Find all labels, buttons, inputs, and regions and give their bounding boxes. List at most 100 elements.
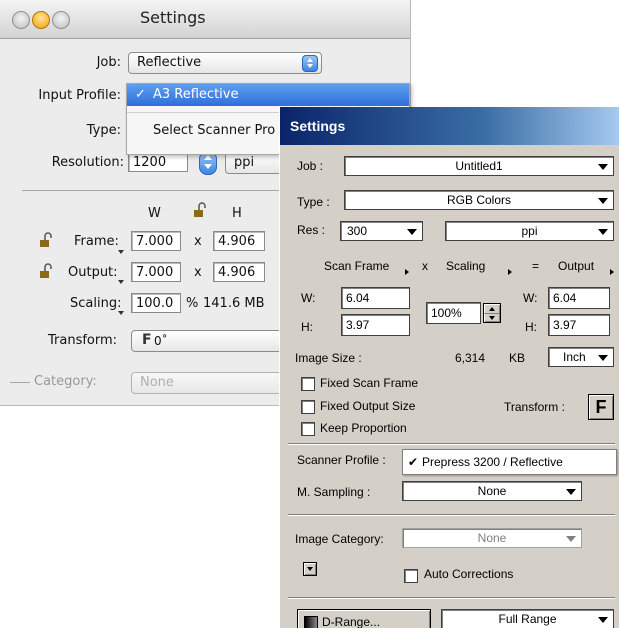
scanner-profile-dropdown[interactable]: ✔ Prepress 3200 / Reflective — [402, 449, 617, 475]
win-out-h-label: H: — [525, 320, 537, 334]
mac-frame-label: Frame: — [74, 234, 119, 249]
auto-corrections-checkbox[interactable] — [404, 569, 418, 583]
lock-icon[interactable] — [38, 232, 54, 248]
expand-toggle-button[interactable] — [303, 562, 317, 576]
win-image-category-label: Image Category: — [295, 532, 384, 546]
win-scan-h-field[interactable]: 3.97 — [341, 314, 410, 336]
mac-transform-popup[interactable]: F 0˚ — [131, 330, 283, 352]
mac-output-w-field[interactable]: 7.000 — [131, 262, 181, 282]
win-out-w-label: W: — [523, 291, 538, 305]
win-hdr-output: Output — [558, 259, 595, 273]
fixed-scan-frame-checkbox[interactable] — [301, 377, 315, 391]
dropdown-arrow-icon — [598, 198, 608, 204]
win-separator — [288, 514, 615, 516]
win-auto-corrections-label: Auto Corrections — [424, 567, 514, 581]
stepper-down-icon — [204, 164, 212, 169]
dropdown-arrow-icon — [566, 489, 576, 495]
menu-check-icon: ✓ — [135, 87, 146, 102]
win-job-value: Untitled1 — [455, 159, 503, 173]
output-menu-arrow-icon[interactable] — [118, 280, 124, 284]
mac-frame-w-field[interactable]: 7.000 — [131, 231, 181, 251]
win-dialog-title: Settings — [290, 118, 346, 134]
dropdown-arrow-icon — [598, 164, 608, 170]
mac-frame-h-field[interactable]: 4.906 — [213, 231, 265, 251]
win-image-category-value: None — [477, 531, 507, 545]
mac-resolution-label: Resolution: — [51, 155, 124, 170]
dropdown-arrow-icon — [566, 536, 576, 542]
win-res-label: Res : — [297, 223, 326, 237]
win-hdr-x: x — [422, 259, 428, 273]
dropdown-arrow-icon — [407, 229, 417, 235]
lock-icon[interactable] — [192, 202, 208, 218]
keep-proportion-checkbox[interactable] — [301, 422, 315, 436]
mac-scaling-unit: % — [186, 296, 199, 311]
win-job-label: Job : — [297, 159, 324, 173]
win-image-category-combo[interactable]: None — [402, 528, 582, 548]
win-type-value: RGB Colors — [446, 193, 511, 207]
win-full-range-combo[interactable]: Full Range — [441, 609, 614, 628]
win-hdr-scan-frame: Scan Frame — [324, 259, 390, 273]
mac-job-value: Reflective — [137, 55, 202, 70]
spinner-divider — [484, 313, 500, 314]
output-menu-icon[interactable] — [610, 269, 614, 275]
win-out-w-field[interactable]: 6.04 — [548, 287, 610, 309]
scan-frame-menu-icon[interactable] — [405, 269, 409, 275]
mac-output-h-field[interactable]: 4.906 — [213, 262, 265, 282]
d-range-button[interactable]: D-Range... — [297, 609, 431, 628]
mac-output-label: Output: — [68, 265, 118, 280]
win-title-bar[interactable]: Settings — [280, 107, 619, 145]
win-res-unit-combo[interactable]: ppi — [445, 221, 614, 241]
minimize-window-button[interactable] — [32, 11, 50, 29]
mac-type-label: Type: — [86, 123, 121, 138]
win-transform-label: Transform : — [504, 400, 565, 414]
win-image-size-label: Image Size : — [295, 351, 362, 365]
win-job-combo[interactable]: Untitled1 — [344, 156, 614, 176]
fixed-output-size-checkbox[interactable] — [301, 400, 315, 414]
win-image-size-value: 6,314 — [455, 351, 486, 365]
win-keep-proportion-label: Keep Proportion — [320, 421, 407, 435]
mac-resolution-field[interactable]: 1200 — [128, 152, 188, 172]
popup-arrows-icon — [302, 55, 318, 72]
win-out-h-field[interactable]: 3.97 — [548, 314, 610, 336]
mac-resolution-unit: ppi — [234, 155, 255, 170]
mac-scaling-field[interactable]: 100.0 — [131, 293, 181, 313]
win-fixed-scan-frame-label: Fixed Scan Frame — [320, 376, 419, 390]
lock-icon[interactable] — [38, 263, 54, 279]
transform-f-icon[interactable]: F — [588, 394, 614, 420]
menu-item-a3-reflective[interactable]: ✓ A3 Reflective — [127, 84, 409, 106]
mac-scaling-label: Scaling: — [70, 296, 122, 311]
win-res-combo[interactable]: 300 — [340, 221, 423, 241]
win-msampling-label: M. Sampling : — [297, 485, 371, 499]
mac-title-bar[interactable]: Settings — [0, 0, 410, 39]
mac-frame-times: x — [194, 234, 202, 249]
mac-resolution-unit-popup[interactable]: ppi — [225, 152, 287, 174]
mac-job-label: Job: — [96, 55, 121, 70]
mac-transform-label: Transform: — [48, 333, 118, 348]
scaling-menu-icon[interactable] — [508, 269, 512, 275]
win-h-label: H: — [301, 320, 313, 334]
mac-input-profile-label: Input Profile: — [38, 88, 121, 103]
mac-output-times: x — [194, 265, 202, 280]
win-msampling-value: None — [477, 484, 507, 498]
win-res-value: 300 — [347, 224, 368, 238]
win-scaling-field[interactable]: 100% — [426, 302, 481, 324]
scaling-spinner[interactable] — [483, 303, 501, 323]
dropdown-arrow-icon — [598, 355, 608, 361]
menu-item-label: A3 Reflective — [153, 87, 239, 102]
win-scan-w-field[interactable]: 6.04 — [341, 287, 410, 309]
mac-job-popup[interactable]: Reflective — [128, 52, 322, 74]
win-msampling-combo[interactable]: None — [402, 481, 582, 501]
win-drange-label: D-Range... — [322, 615, 381, 628]
mac-category-popup[interactable]: None — [131, 372, 283, 394]
mac-category-value: None — [140, 375, 174, 390]
spin-up-icon — [489, 307, 495, 311]
frame-menu-arrow-icon[interactable] — [118, 250, 124, 254]
win-image-size-unit: KB — [509, 351, 526, 365]
win-type-combo[interactable]: RGB Colors — [344, 190, 614, 210]
zoom-window-button[interactable] — [52, 11, 70, 29]
dropdown-arrow-icon — [598, 617, 608, 623]
win-unit-combo[interactable]: Inch — [548, 347, 614, 367]
scaling-menu-arrow-icon[interactable] — [118, 311, 124, 315]
win-w-label: W: — [301, 291, 316, 305]
close-window-button[interactable] — [12, 11, 30, 29]
